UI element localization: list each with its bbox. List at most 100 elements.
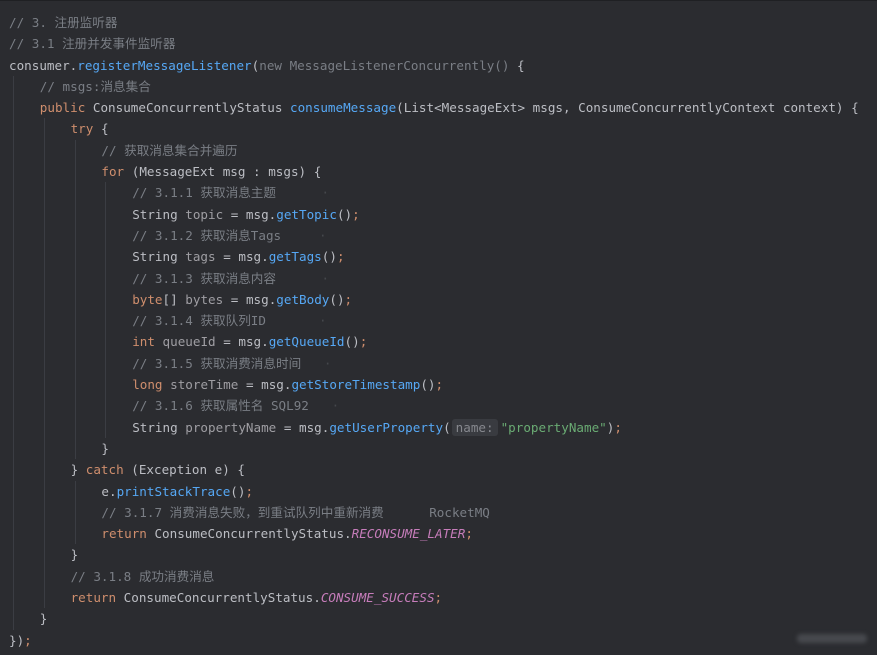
code-token: String bbox=[132, 419, 186, 435]
code-token: { bbox=[517, 57, 525, 73]
code-line-content: String tags = msg.getTags(); bbox=[9, 249, 344, 265]
code-line[interactable]: // 3.1.1 获取消息主题 · bbox=[9, 182, 859, 204]
code-block: // 3. 注册监听器 // 3.1 注册并发事件监听器 consumer.regi… bbox=[9, 12, 859, 651]
indent-guide bbox=[13, 75, 14, 98]
indent-guide bbox=[74, 139, 76, 162]
code-token: // 3.1 注册并发事件监听器 bbox=[9, 36, 176, 52]
code-token: ConsumeConcurrentlyStatus. bbox=[123, 590, 321, 606]
code-token: topic bbox=[185, 206, 224, 222]
code-token: // 获取消息集合并遍历 bbox=[101, 142, 238, 158]
code-line[interactable]: } catch (Exception e) { bbox=[9, 459, 859, 481]
code-line[interactable]: // 3.1.3 获取消息内容 · bbox=[9, 267, 859, 289]
code-editor[interactable]: // 3. 注册监听器 // 3.1 注册并发事件监听器 consumer.regi… bbox=[0, 0, 877, 655]
indent-guide bbox=[105, 288, 107, 311]
code-line[interactable]: int queueId = msg.getQueueId(); bbox=[9, 331, 859, 353]
code-line[interactable]: // 3.1.2 获取消息Tags · bbox=[9, 224, 859, 247]
indent-guide bbox=[74, 501, 76, 524]
code-token: (Exception e) { bbox=[131, 462, 245, 478]
code-line[interactable]: byte[] bytes = msg.getBody(); bbox=[9, 288, 859, 311]
code-token: · bbox=[301, 355, 332, 371]
code-line[interactable]: // 3.1.8 成功消费消息 bbox=[9, 565, 859, 588]
code-token: storeTime bbox=[170, 377, 239, 393]
code-token: consumeMessage bbox=[290, 100, 397, 116]
code-line[interactable]: } bbox=[9, 608, 859, 630]
code-token: = msg. bbox=[223, 291, 277, 307]
code-token: { bbox=[100, 121, 109, 137]
code-token: // msgs:消息集合 bbox=[39, 78, 151, 94]
code-token: () bbox=[321, 249, 337, 265]
code-line-content: e.printStackTrace(); bbox=[9, 484, 253, 499]
code-token: = msg. bbox=[276, 419, 330, 435]
code-token: ( bbox=[443, 419, 451, 435]
code-line[interactable]: return ConsumeConcurrentlyStatus.RECONSU… bbox=[9, 523, 859, 545]
code-token: long bbox=[132, 377, 171, 393]
code-line[interactable]: long storeTime = msg.getStoreTimestamp()… bbox=[9, 374, 859, 396]
code-token: "propertyName" bbox=[500, 419, 607, 435]
code-token: for bbox=[101, 164, 132, 180]
code-line[interactable]: e.printStackTrace(); bbox=[9, 480, 859, 502]
code-token: [] bbox=[162, 291, 186, 307]
code-token: public bbox=[39, 100, 93, 116]
indent-guide bbox=[74, 395, 76, 417]
indent-guide bbox=[13, 224, 14, 247]
code-line[interactable]: public ConsumeConcurrentlyStatus consume… bbox=[9, 97, 859, 119]
code-token: getQueueId bbox=[268, 334, 345, 350]
code-line[interactable]: String tags = msg.getTags(); bbox=[9, 246, 859, 268]
code-token: ConsumeConcurrentlyStatus bbox=[92, 100, 291, 116]
code-line[interactable]: // 3.1.6 获取属性名 SQL92 · bbox=[9, 395, 859, 417]
code-token: getUserProperty bbox=[329, 419, 444, 435]
indent-guide bbox=[13, 310, 14, 332]
code-token: · bbox=[265, 313, 327, 329]
indent-guide bbox=[74, 224, 76, 247]
indent-guide bbox=[43, 480, 45, 502]
code-line[interactable]: return ConsumeConcurrentlyStatus.CONSUME… bbox=[9, 587, 859, 609]
indent-guide bbox=[74, 523, 76, 545]
code-token: return bbox=[101, 526, 155, 542]
code-line[interactable]: // 获取消息集合并遍历 bbox=[9, 139, 859, 162]
indent-guide bbox=[43, 161, 45, 183]
code-token: · bbox=[276, 185, 330, 201]
code-line[interactable]: for (MessageExt msg : msgs) { bbox=[9, 161, 859, 183]
code-line[interactable]: } bbox=[9, 544, 859, 566]
indent-guide bbox=[13, 437, 14, 460]
parameter-hint: name: bbox=[451, 418, 498, 436]
code-line-content: // 3.1.2 获取消息Tags · bbox=[9, 228, 326, 243]
indent-guide bbox=[43, 203, 45, 225]
code-token: · bbox=[276, 270, 330, 286]
code-token: ; bbox=[359, 334, 368, 350]
indent-guide bbox=[43, 288, 45, 311]
code-token: } bbox=[70, 462, 86, 478]
code-token: () bbox=[420, 377, 436, 393]
code-line[interactable]: // msgs:消息集合 bbox=[9, 75, 859, 98]
indent-guide bbox=[13, 352, 14, 375]
code-token: ; bbox=[24, 632, 32, 648]
indent-guide bbox=[74, 288, 76, 311]
code-line[interactable]: }); bbox=[9, 630, 859, 651]
code-line[interactable]: // 3.1.7 消费消息失败，到重试队列中重新消费 RocketMQ bbox=[9, 501, 859, 524]
code-line[interactable]: consumer.registerMessageListener(new Mes… bbox=[9, 55, 859, 76]
code-token: queueId bbox=[162, 334, 216, 350]
indent-guide bbox=[43, 246, 45, 268]
code-token: int bbox=[132, 334, 163, 350]
code-line[interactable]: String topic = msg.getTopic(); bbox=[9, 203, 859, 225]
indent-guide bbox=[43, 331, 45, 353]
indent-guide bbox=[43, 139, 45, 162]
code-line-content: // 3.1.6 获取属性名 SQL92 · bbox=[9, 398, 339, 413]
code-token: = msg. bbox=[215, 249, 269, 265]
code-token: return bbox=[70, 590, 124, 606]
indent-guide bbox=[13, 203, 14, 225]
code-token: try bbox=[70, 121, 101, 137]
code-line[interactable]: // 3.1.5 获取消费消息时间 · bbox=[9, 352, 859, 375]
code-token: ; bbox=[465, 526, 473, 542]
code-line[interactable]: } bbox=[9, 437, 859, 460]
code-line[interactable]: // 3.1 注册并发事件监听器 bbox=[9, 33, 859, 54]
indent-guide bbox=[43, 182, 45, 204]
code-token: // 3.1.1 获取消息主题 bbox=[132, 185, 276, 201]
code-line[interactable]: // 3.1.4 获取队列ID · bbox=[9, 310, 859, 332]
code-line[interactable]: try { bbox=[9, 118, 859, 140]
code-token: String bbox=[132, 206, 186, 222]
code-line[interactable]: // 3. 注册监听器 bbox=[9, 12, 859, 33]
indent-guide bbox=[74, 437, 76, 460]
code-line[interactable]: String propertyName = msg.getUserPropert… bbox=[9, 416, 859, 438]
code-token: (MessageExt msg : msgs) { bbox=[131, 164, 322, 180]
